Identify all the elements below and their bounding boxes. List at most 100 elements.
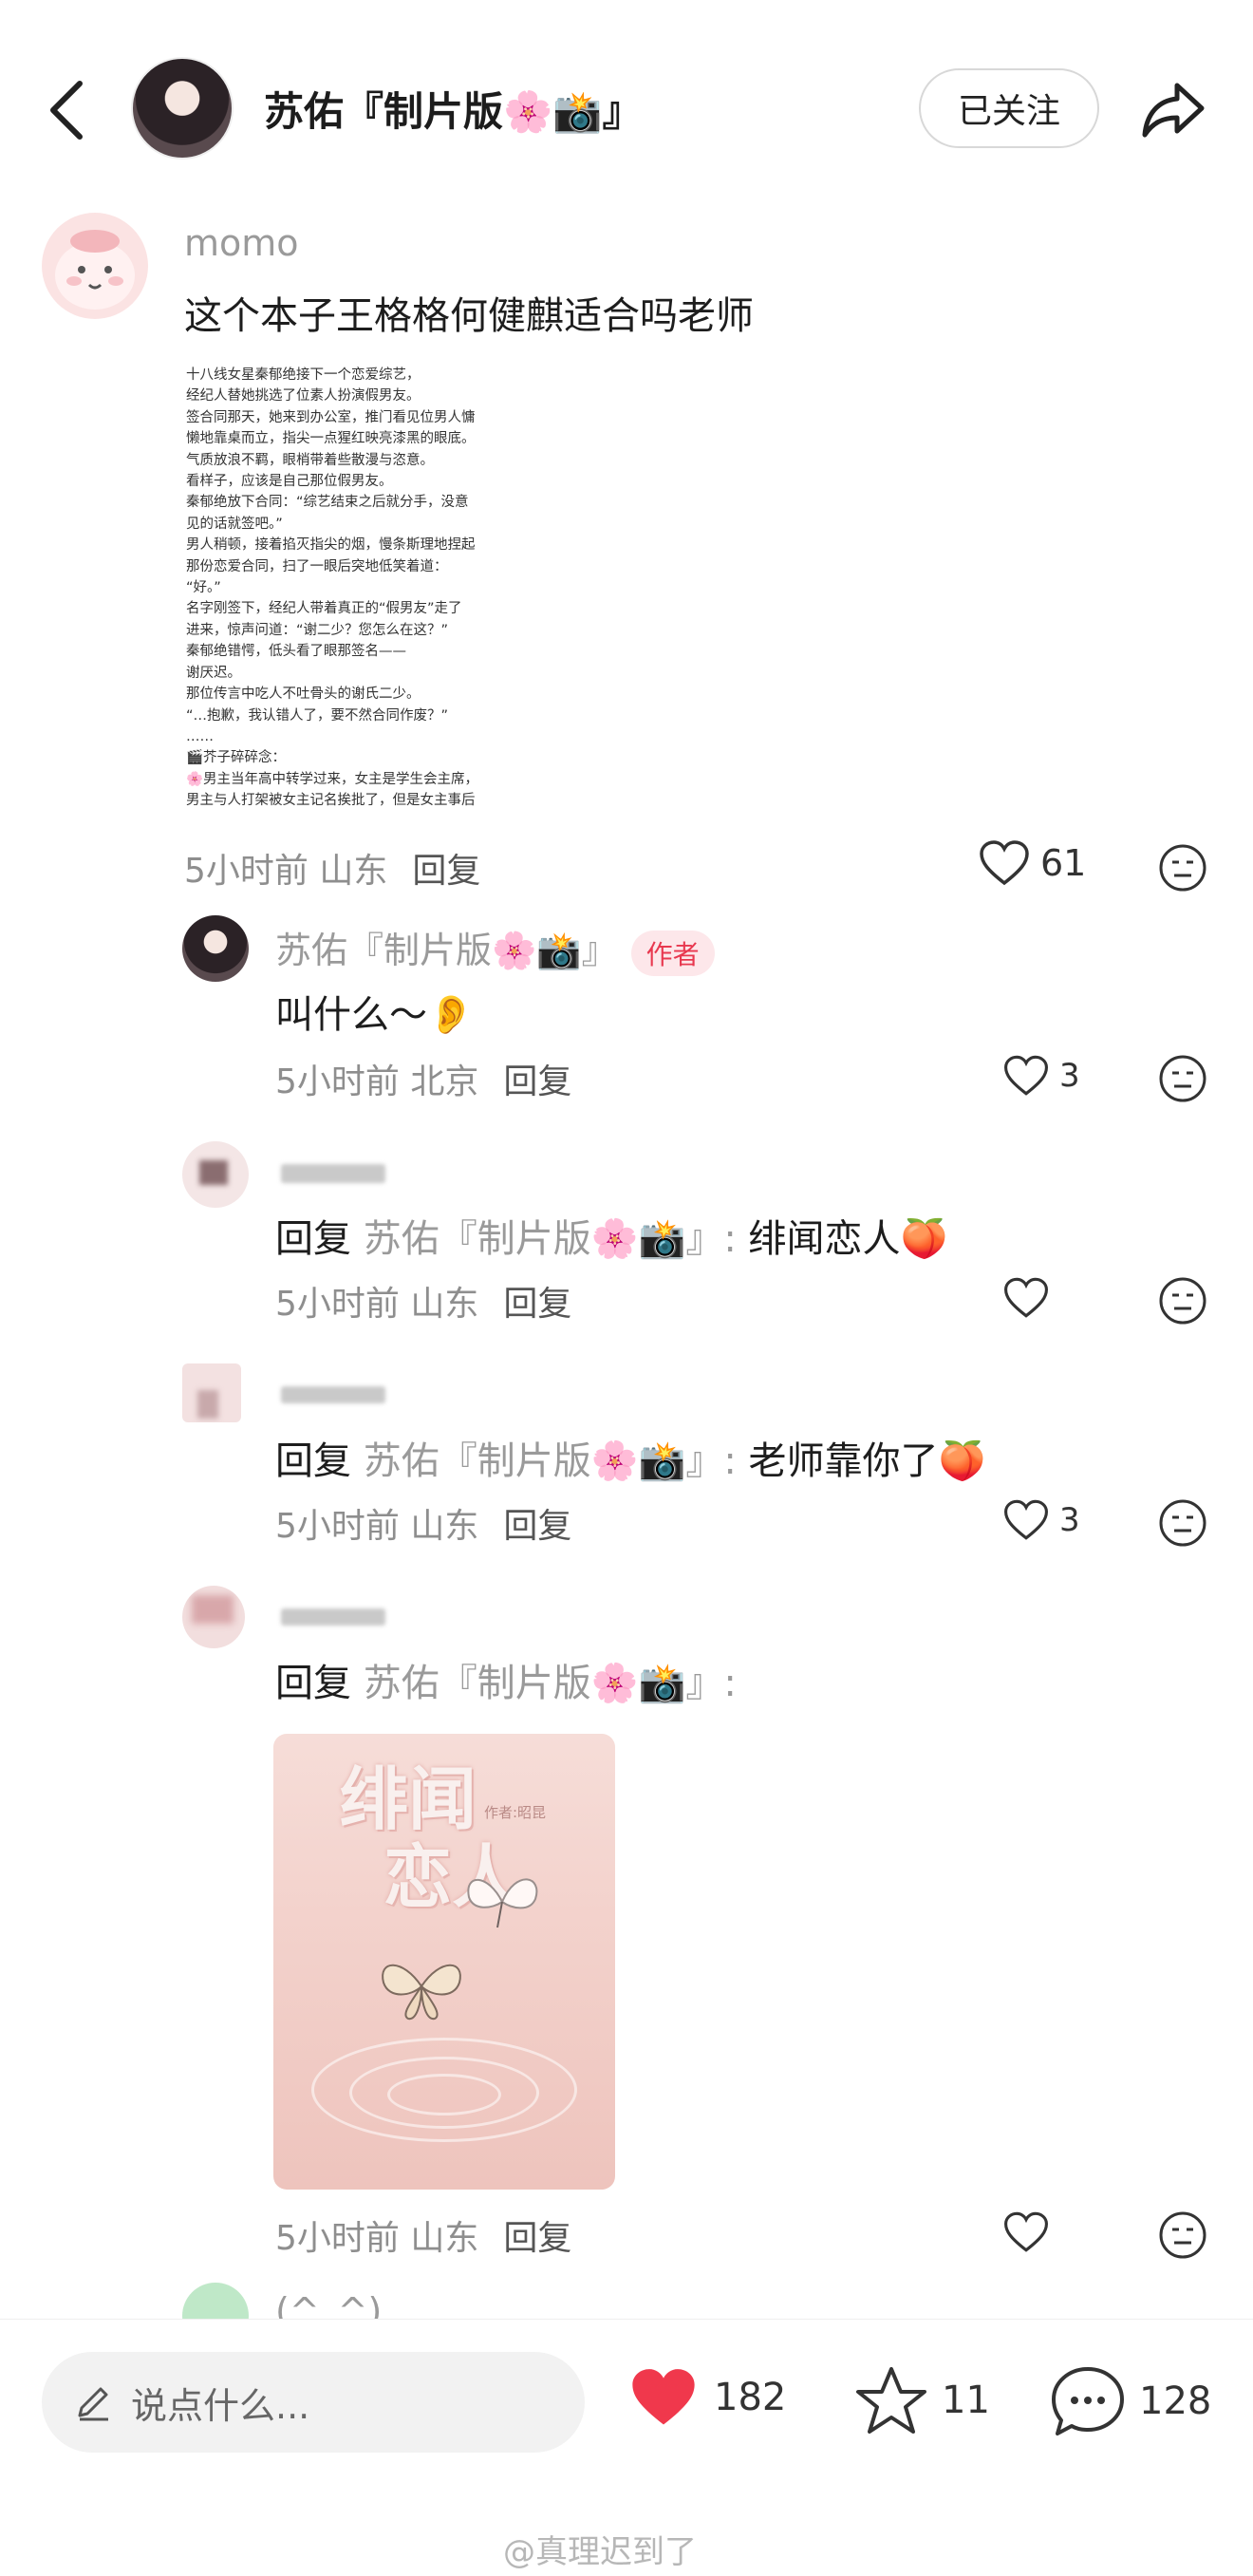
avatar[interactable]	[182, 1586, 245, 1648]
peach-avatar-icon	[55, 230, 135, 310]
like-count: 61	[1040, 842, 1087, 884]
reply-text: 回复 苏佑『制片版🌸📸』: 绯闻恋人🍑	[275, 1208, 947, 1263]
reply-target[interactable]: 苏佑『制片版🌸📸』:	[364, 1217, 737, 1261]
reply-content: 绯闻恋人🍑	[748, 1217, 948, 1261]
screenshot-text-line: 谢厌迟。	[186, 665, 241, 681]
post-collect-button[interactable]: 11	[854, 2365, 990, 2435]
reply-username-text[interactable]: 苏佑『制片版🌸📸』	[275, 930, 618, 971]
heart-icon	[1004, 1499, 1048, 1540]
screenshot-text-line: 签合同那天，她来到办公室，推门看见位男人慵	[186, 409, 476, 425]
screenshot-text-line: 🌸男主当年高中转学过来，女主是学生会主席，	[186, 771, 479, 787]
screenshot-text-line: 秦郁绝错愕，低头看了眼那签名——	[186, 644, 406, 660]
author-avatar[interactable]	[131, 57, 234, 160]
reply-target[interactable]: 苏佑『制片版🌸📸』:	[364, 1662, 737, 1705]
water-ripple	[387, 2074, 501, 2115]
post-comment-count: 128	[1139, 2379, 1212, 2423]
like-button[interactable]	[1002, 2210, 1059, 2254]
screenshot-text-line: 秦郁绝放下合同：“综艺结束之后就分手，没意	[186, 495, 469, 511]
screenshot-text-line: 懒地靠桌而立，指尖一点猩红映亮漆黑的眼底。	[186, 431, 476, 447]
book-cover-image[interactable]: 绯闻 恋人 作者:昭昆	[273, 1734, 615, 2190]
screenshot-text-line: 进来，惊声问道：“谢二少？您怎么在这？”	[186, 622, 449, 638]
reply-time: 5小时前 山东	[275, 2219, 479, 2258]
dislike-face-icon[interactable]	[1158, 1054, 1207, 1103]
screenshot-text-line: 气质放浪不羁，眼梢带着些散漫与恣意。	[186, 452, 434, 468]
comment-input-placeholder: 说点什么...	[131, 2384, 310, 2427]
screenshot-text-line: 男人稍顿，接着掐灭指尖的烟，慢条斯理地捏起	[186, 537, 476, 554]
post-collect-count: 11	[942, 2379, 990, 2422]
dislike-face-icon[interactable]	[1158, 843, 1207, 893]
reply-button[interactable]: 回复	[503, 1507, 571, 1546]
like-button[interactable]	[1002, 1276, 1059, 1320]
dislike-face-icon[interactable]	[1158, 2210, 1207, 2260]
share-icon[interactable]	[1135, 72, 1211, 148]
reply-time: 5小时前 山东	[275, 1285, 479, 1324]
reply-meta: 5小时前 山东 回复	[275, 1498, 571, 1548]
reply-prefix: 回复	[275, 1662, 351, 1705]
reply-text: 叫什么～👂	[275, 993, 475, 1037]
avatar[interactable]	[182, 1363, 241, 1422]
blurred-username[interactable]	[281, 1386, 385, 1403]
comment-text: 这个本子王格格何健麒适合吗老师	[184, 294, 754, 338]
heart-icon	[1004, 2211, 1048, 2252]
like-button[interactable]: 3	[1002, 1054, 1080, 1098]
reply-target[interactable]: 苏佑『制片版🌸📸』:	[364, 1439, 737, 1483]
butterfly-icon	[467, 1878, 538, 1928]
reply-button[interactable]: 回复	[503, 1062, 571, 1101]
avatar[interactable]	[182, 1141, 249, 1208]
comment-input[interactable]: 说点什么...	[42, 2352, 585, 2453]
heart-filled-icon	[632, 2369, 695, 2425]
comment-username[interactable]: momo	[184, 222, 299, 264]
reply-time: 5小时前 山东	[275, 1507, 479, 1546]
avatar[interactable]	[182, 915, 249, 982]
post-like-button[interactable]: 182	[626, 2365, 786, 2430]
screenshot-text-line: “…抱歉，我认错人了，要不然合同作废？”	[186, 707, 449, 724]
reply-button[interactable]: 回复	[412, 852, 480, 891]
watermark: @真理迟到了	[503, 2533, 697, 2571]
screenshot-text-line: 男主与人打架被女主记名挨批了，但是女主事后	[186, 793, 476, 809]
reply-button[interactable]: 回复	[503, 1285, 571, 1324]
dislike-face-icon[interactable]	[1158, 1276, 1207, 1326]
like-count: 3	[1059, 1057, 1080, 1095]
reply-time: 5小时前 北京	[275, 1062, 479, 1101]
butterfly-icon	[382, 1964, 461, 2021]
screenshot-text-line: 十八线女星秦郁绝接下一个恋爱综艺，	[186, 367, 421, 383]
screenshot-text-line: 经纪人替她挑选了位素人扮演假男友。	[186, 388, 421, 404]
post-comment-button[interactable]: 128	[1050, 2365, 1211, 2437]
blurred-username[interactable]	[281, 1608, 385, 1626]
like-button[interactable]: 3	[1002, 1498, 1080, 1542]
reply-content: 老师靠你了🍑	[748, 1439, 986, 1483]
screenshot-text-line: ……	[186, 728, 214, 744]
reply-text: 回复 苏佑『制片版🌸📸』:	[275, 1652, 737, 1707]
screenshot-text-line: 见的话就签吧。”	[186, 516, 283, 532]
author-name[interactable]: 苏佑『制片版🌸📸』	[264, 80, 643, 138]
heart-icon	[980, 840, 1029, 886]
reply-meta: 5小时前 山东 回复	[275, 2210, 571, 2260]
like-button[interactable]: 61	[978, 839, 1086, 887]
screenshot-text-line: 🎬芥子碎碎念：	[186, 750, 287, 766]
comment-image-text-screenshot[interactable]: 十八线女星秦郁绝接下一个恋爱综艺， 经纪人替她挑选了位素人扮演假男友。签合同那天，…	[186, 365, 509, 820]
follow-button[interactable]: 已关注	[919, 68, 1099, 148]
reply-prefix: 回复	[275, 1217, 351, 1261]
dislike-face-icon[interactable]	[1158, 1498, 1207, 1548]
author-badge: 作者	[630, 930, 715, 976]
post-like-count: 182	[714, 2376, 787, 2419]
star-icon	[856, 2367, 926, 2434]
screenshot-text-line: 看样子，应该是自己那位假男友。	[186, 474, 393, 490]
screenshot-text-line: 名字刚签下，经纪人带着真正的“假男友”走了	[186, 601, 462, 617]
cover-author: 作者:昭昆	[484, 1804, 547, 1821]
reply-meta: 5小时前 山东 回复	[275, 1276, 571, 1326]
top-bar: 苏佑『制片版🌸📸』 已关注	[0, 0, 1253, 199]
like-count: 3	[1059, 1501, 1080, 1539]
heart-icon	[1004, 1055, 1048, 1096]
reply-username[interactable]: 苏佑『制片版🌸📸』 作者	[275, 921, 715, 976]
reply-meta: 5小时前 北京 回复	[275, 1054, 571, 1103]
reply-prefix: 回复	[275, 1439, 351, 1483]
screenshot-text-line: 那份恋爱合同，扫了一眼后突地低笑着道：	[186, 558, 448, 574]
bottom-action-bar: 说点什么... 182 11 128	[0, 2319, 1253, 2453]
heart-icon	[1004, 1277, 1048, 1318]
back-icon[interactable]	[40, 72, 97, 148]
reply-button[interactable]: 回复	[503, 2219, 571, 2258]
comment-meta: 5小时前 山东 回复	[184, 843, 480, 893]
blurred-username[interactable]	[281, 1164, 385, 1183]
avatar[interactable]	[42, 213, 148, 319]
